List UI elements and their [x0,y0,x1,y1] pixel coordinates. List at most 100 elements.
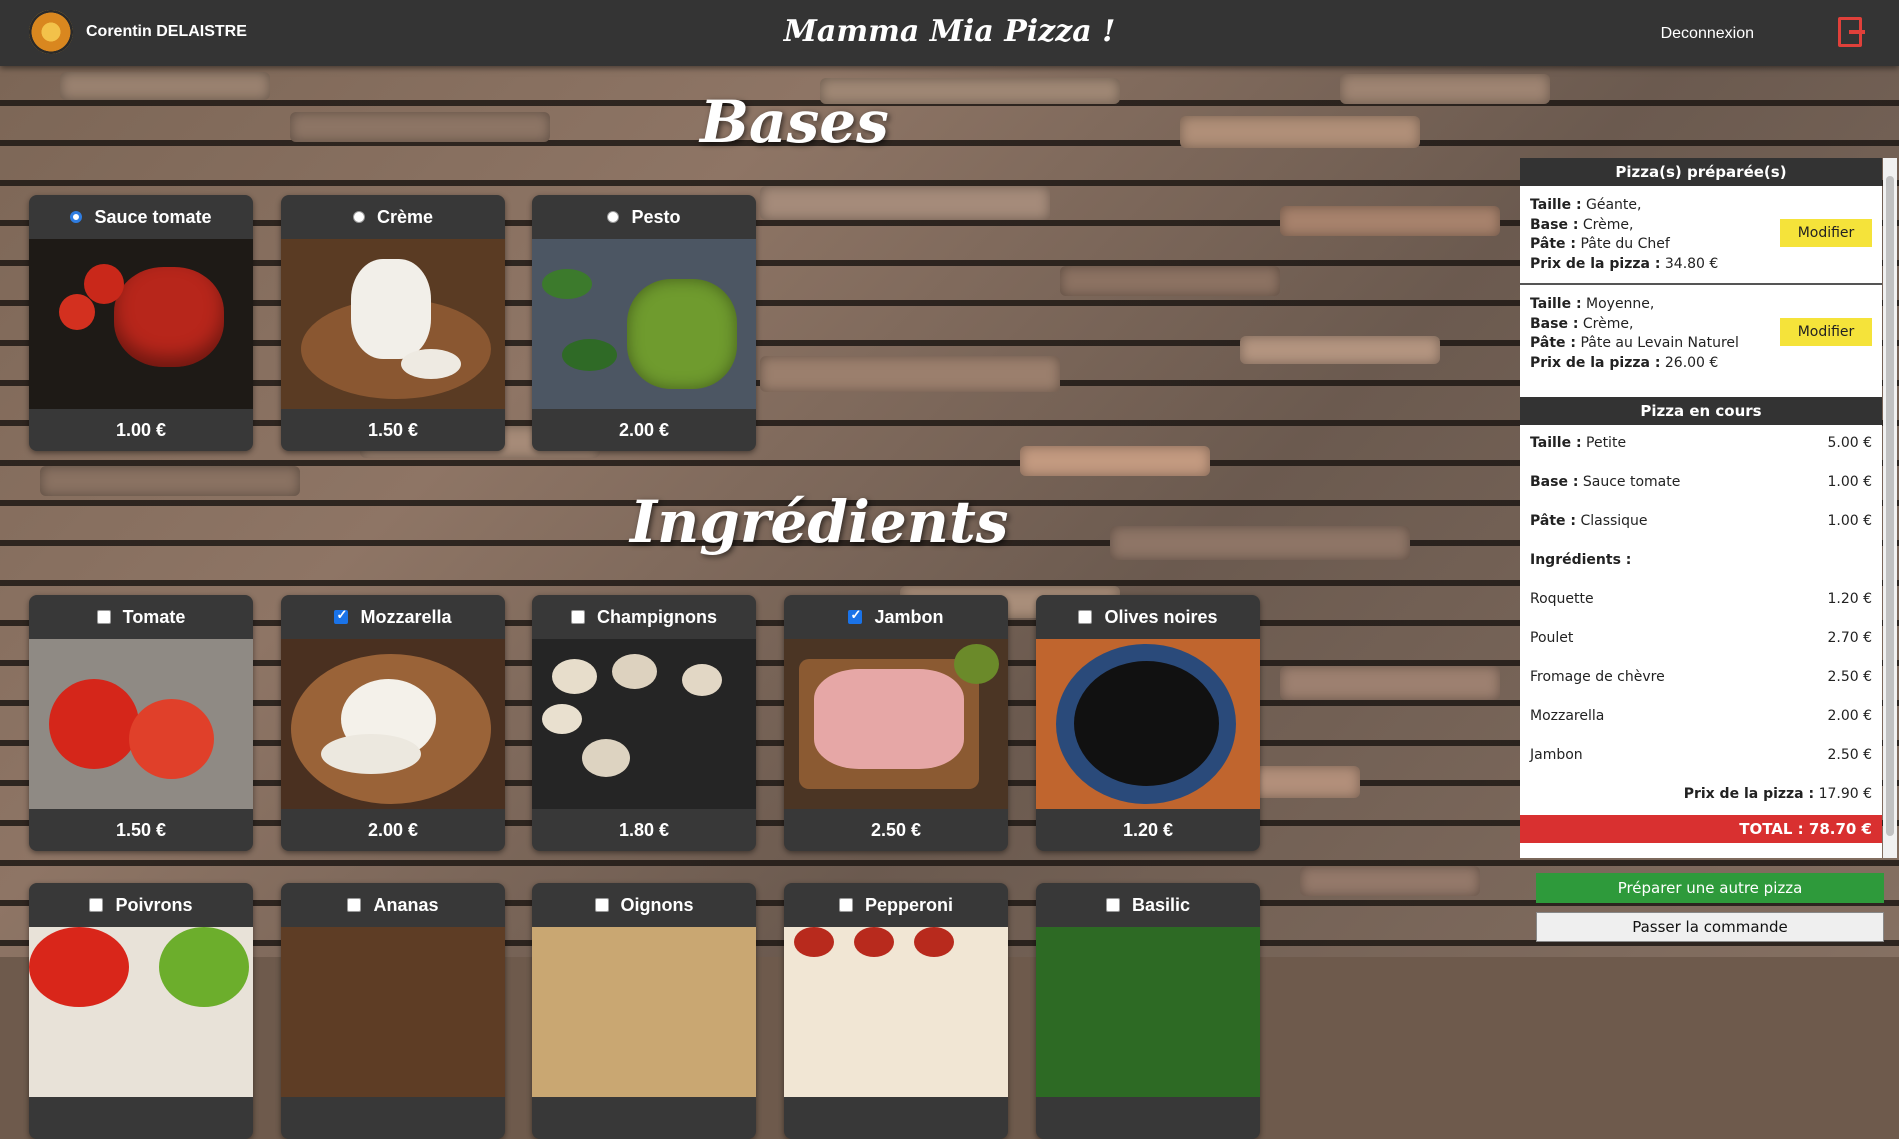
prepared-price: 34.80 € [1664,255,1719,272]
scrollbar-thumb[interactable] [1886,176,1894,836]
base-label: Base : [1530,315,1579,332]
base-card-sauce-tomate[interactable]: Sauce tomate 1.00 € [29,195,253,451]
ingredient-card-champignons[interactable]: Champignons 1.80 € [532,595,756,851]
base-price: 1.50 € [367,419,419,440]
prepared-dough: Pâte au Levain Naturel [1580,335,1739,351]
ingredient-name: Jambon [1530,747,1583,763]
basil-image [1036,927,1260,1097]
prepared-base: Crème, [1582,315,1634,332]
ingredient-checkbox[interactable] [838,898,853,912]
current-size-row: Taille : Petite 5.00 € [1520,425,1882,464]
place-order-button[interactable]: Passer la commande [1536,912,1884,942]
ingredient-checkbox[interactable] [1078,610,1093,624]
panel-scrollbar[interactable] [1883,158,1897,858]
ingredient-card-oignons[interactable]: Oignons [532,883,756,1139]
ingredient-checkbox[interactable] [848,607,863,624]
ingredient-name: Poulet [1530,630,1574,646]
ingredient-row: Roquette 1.20 € [1520,581,1882,620]
ingredient-checkbox[interactable] [594,898,609,912]
current-base: Sauce tomate [1582,474,1681,490]
ingredient-label: Oignons [620,894,694,915]
ingredient-checkbox[interactable] [1105,898,1120,912]
base-radio[interactable] [607,211,620,223]
prepared-base: Crème, [1582,216,1634,233]
ingredient-card-mozzarella[interactable]: Mozzarella 2.00 € [281,595,505,851]
current-pizza-price-row: Prix de la pizza : 17.90 € [1520,776,1882,815]
app-title: Mamma Mia Pizza ! [783,14,1116,49]
ingredient-card-olives-noires[interactable]: Olives noires 1.20 € [1036,595,1260,851]
ingredients-heading-row: Ingrédients : [1520,542,1882,581]
ingredient-label: Mozzarella [360,606,452,627]
order-summary-panel: Pizza(s) préparée(s) Taille : Géante, Ba… [1520,158,1882,858]
prepared-dough: Pâte du Chef [1580,236,1670,252]
prepared-pizza-item: Taille : Géante, Base : Crème, Pâte : Pâ… [1520,186,1882,285]
current-base-row: Base : Sauce tomate 1.00 € [1520,464,1882,503]
top-navbar: Corentin DELAISTRE Mamma Mia Pizza ! Dec… [0,0,1899,66]
size-label: Taille : [1530,197,1582,213]
current-size: Petite [1586,435,1627,451]
base-price: 1.00 € [115,419,167,440]
ingredient-card-ananas[interactable]: Ananas [281,883,505,1139]
base-card-pesto[interactable]: Pesto 2.00 € [532,195,756,451]
prepared-size: Géante, [1586,197,1642,213]
ingredient-price: 1.80 € [618,819,670,840]
size-label: Taille : [1530,435,1582,451]
prepared-price: 26.00 € [1664,354,1719,371]
current-pizza-price: 17.90 € [1818,786,1872,802]
current-size-price: 5.00 € [1827,435,1872,451]
price-label: Prix de la pizza : [1683,786,1815,802]
ham-image [784,639,1008,809]
pesto-image [532,239,756,409]
ingredient-checkbox[interactable] [89,898,104,912]
prepared-pizzas-title: Pizza(s) préparée(s) [1520,158,1882,186]
base-label: Pesto [631,206,681,227]
current-pizza-title: Pizza en cours [1520,397,1882,425]
ingredient-checkbox[interactable] [96,610,111,624]
base-label: Sauce tomate [94,206,212,227]
ingredient-checkbox[interactable] [334,607,349,624]
modify-pizza-button[interactable]: Modifier [1780,318,1872,346]
ingredient-card-basilic[interactable]: Basilic [1036,883,1260,1139]
price-label: Prix de la pizza : [1530,255,1661,272]
prepare-another-pizza-button[interactable]: Préparer une autre pizza [1536,873,1884,903]
current-dough-row: Pâte : Classique 1.00 € [1520,503,1882,542]
ingredient-checkbox[interactable] [571,610,585,624]
ingredient-card-jambon[interactable]: Jambon 2.50 € [784,595,1008,851]
ingredient-card-poivrons[interactable]: Poivrons [29,883,253,1139]
dough-label: Pâte : [1530,513,1576,529]
ingredient-label: Champignons [597,606,717,627]
modify-pizza-button[interactable]: Modifier [1780,219,1872,247]
ingredient-name: Mozzarella [1530,708,1605,724]
ingredients-title: Ingrédients [630,488,1009,556]
ingredient-row: Fromage de chèvre 2.50 € [1520,659,1882,698]
base-price: 2.00 € [618,419,670,440]
ingredient-price: 2.70 € [1827,630,1872,646]
base-label: Base : [1530,216,1579,233]
ingredient-price: 1.20 € [1827,591,1872,607]
ingredient-label: Olives noires [1104,606,1218,627]
base-label: Crème [376,206,434,227]
current-dough: Classique [1580,513,1648,529]
ingredient-label: Ananas [373,894,439,915]
tomato-sauce-image [29,239,253,409]
ingredient-label: Pepperoni [864,894,953,915]
ingredient-card-tomate[interactable]: Tomate 1.50 € [29,595,253,851]
order-total: TOTAL : 78.70 € [1520,815,1882,843]
base-card-creme[interactable]: Crème 1.50 € [281,195,505,451]
ingredient-label: Jambon [874,606,944,627]
ingredient-card-pepperoni[interactable]: Pepperoni [784,883,1008,1139]
mushrooms-image [532,639,756,809]
base-radio[interactable] [352,211,365,223]
peppers-image [29,927,253,1097]
ingredient-price: 2.50 € [870,819,922,840]
base-radio[interactable] [70,211,83,223]
base-label: Base : [1530,474,1579,490]
current-dough-price: 1.00 € [1827,513,1872,529]
ingredient-checkbox[interactable] [347,898,362,912]
ingredient-price: 1.50 € [115,819,167,840]
logout-link[interactable]: Deconnexion [1661,25,1754,43]
ingredient-label: Tomate [122,606,186,627]
ingredient-name: Roquette [1530,591,1594,607]
logout-icon[interactable] [1838,17,1865,47]
ingredient-label: Basilic [1131,894,1191,915]
